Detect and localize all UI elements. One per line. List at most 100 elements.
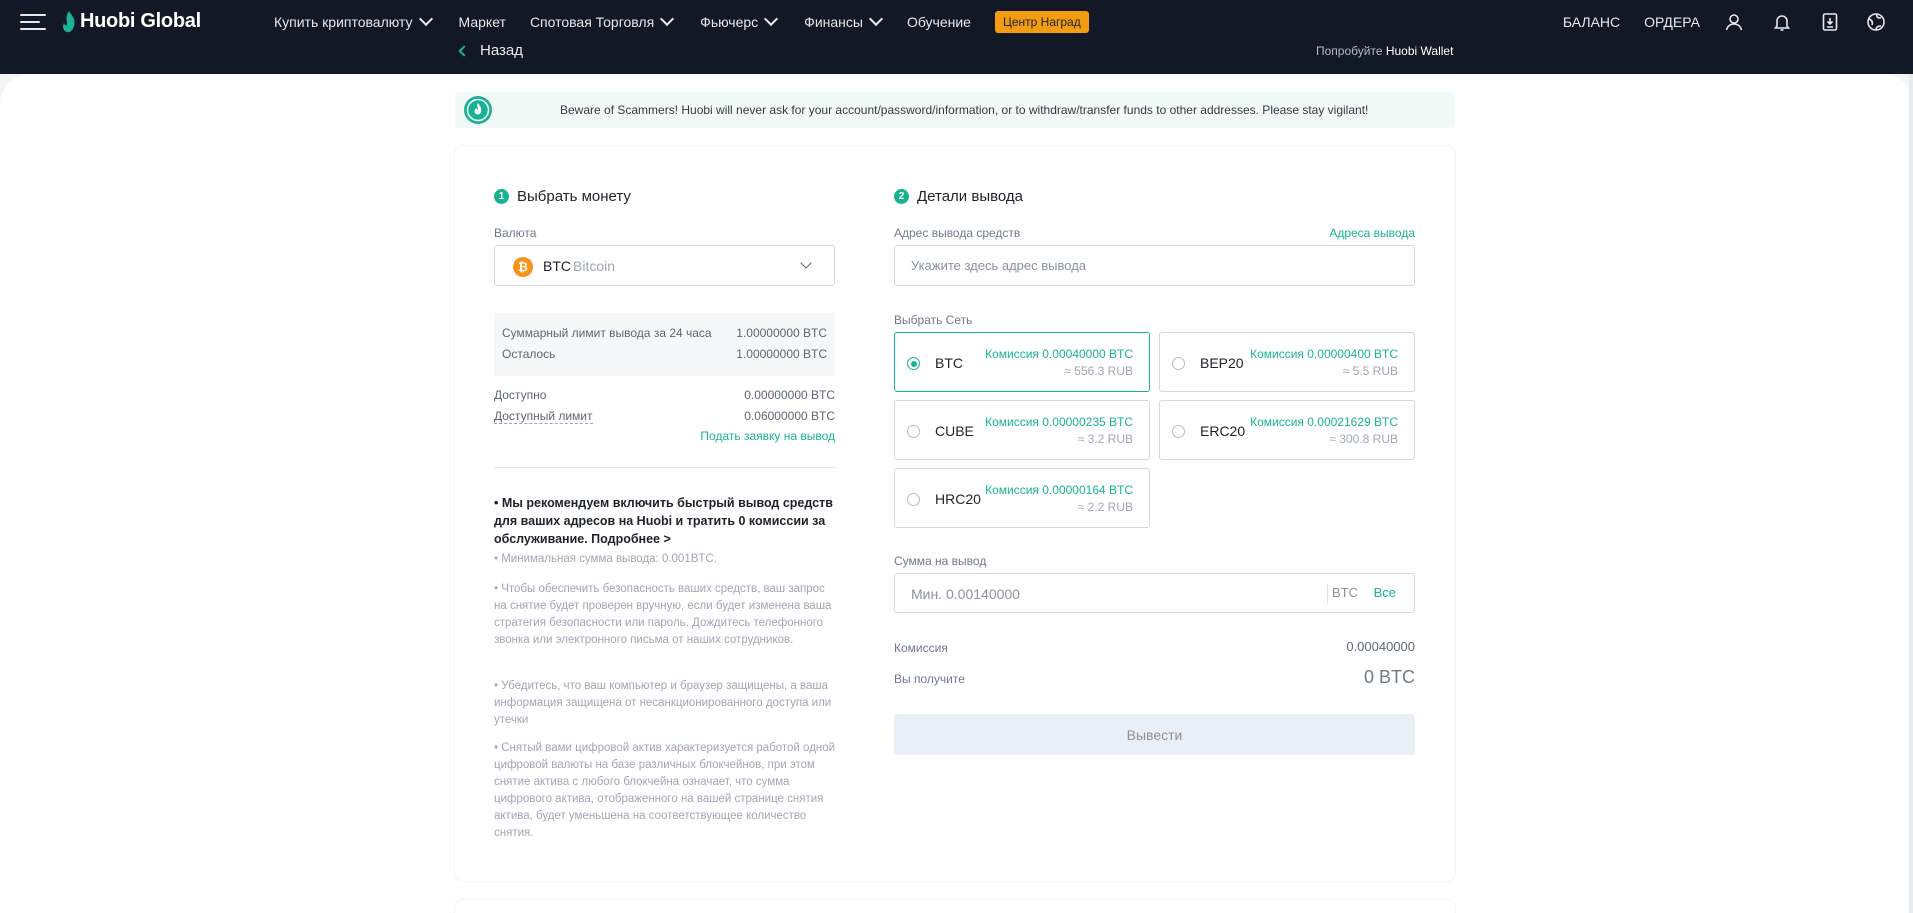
network-fee: Комиссия 0.00000400 BTC bbox=[1250, 347, 1398, 361]
network-label: Выбрать Сеть bbox=[894, 313, 973, 327]
amount-unit: BTC bbox=[1332, 585, 1358, 600]
nav-label: Купить криптовалюту bbox=[274, 14, 413, 30]
step-withdraw-details: 2 Детали вывода bbox=[894, 188, 1023, 205]
menu-icon[interactable] bbox=[20, 14, 46, 30]
amount-label: Сумма на вывод bbox=[894, 554, 987, 568]
radio-button bbox=[907, 493, 920, 506]
nav-label: Обучение bbox=[906, 14, 971, 30]
remaining-value: 1.00000000 BTC bbox=[736, 347, 827, 361]
step-number: 1 bbox=[494, 189, 509, 204]
shield-flame-icon bbox=[464, 96, 492, 124]
limit-24h-value: 1.00000000 BTC bbox=[736, 326, 827, 340]
network-fee: Комиссия 0.00000235 BTC bbox=[985, 415, 1133, 429]
radio-button bbox=[1172, 425, 1185, 438]
download-icon[interactable] bbox=[1820, 12, 1840, 32]
fee-value: 0.00040000 bbox=[1346, 639, 1415, 654]
network-name: BTC bbox=[935, 355, 963, 371]
bitcoin-icon: ₿ bbox=[513, 257, 533, 277]
network-fee: Комиссия 0.00040000 BTC bbox=[985, 347, 1133, 361]
network-option-cube[interactable]: CUBE Комиссия 0.00000235 BTC ≈ 3.2 RUB bbox=[894, 400, 1150, 460]
main-nav: Купить криптовалюту Маркет Спотовая Торг… bbox=[274, 0, 1089, 44]
available-limit-value: 0.06000000 BTC bbox=[744, 409, 835, 423]
amount-all-button[interactable]: Все bbox=[1374, 585, 1396, 600]
available-value: 0.00000000 BTC bbox=[744, 388, 835, 402]
next-card-edge bbox=[455, 900, 1455, 913]
address-label: Адрес вывода средств bbox=[894, 226, 1021, 240]
sub-header-strip bbox=[0, 44, 1913, 74]
scrollbar[interactable] bbox=[1909, 74, 1913, 913]
coin-select[interactable]: ₿ BTC Bitcoin bbox=[494, 245, 835, 286]
back-button[interactable]: Назад bbox=[458, 42, 523, 59]
tip-min-amount: • Минимальная сумма вывода: 0.001BTC. bbox=[494, 553, 717, 565]
network-name: HRC20 bbox=[935, 491, 981, 507]
huobi-flame-icon bbox=[63, 10, 75, 32]
radio-button bbox=[907, 425, 920, 438]
amount-field: BTC Все bbox=[894, 573, 1415, 613]
try-huobi-wallet-link[interactable]: Попробуйте Huobi Wallet bbox=[1316, 44, 1453, 58]
receive-label: Вы получите bbox=[894, 672, 965, 686]
network-fee: Комиссия 0.00000164 BTC bbox=[985, 483, 1133, 497]
available-limit-label[interactable]: Доступный лимит bbox=[494, 409, 593, 424]
warning-text: Beware of Scammers! Huobi will never ask… bbox=[560, 103, 1369, 117]
coin-name: Bitcoin bbox=[573, 258, 616, 274]
rewards-center-badge[interactable]: Центр Наград bbox=[994, 11, 1089, 33]
withdraw-address-input[interactable] bbox=[894, 245, 1415, 286]
network-fee-rub: ≈ 2.2 RUB bbox=[1077, 500, 1133, 514]
step-title: Детали вывода bbox=[917, 188, 1024, 205]
fee-label: Комиссия bbox=[894, 641, 948, 655]
receive-value: 0 BTC bbox=[1363, 667, 1415, 687]
huobi-logo[interactable]: Huobi Global bbox=[62, 10, 201, 33]
nav-learn[interactable]: Обучение bbox=[907, 14, 971, 30]
chevron-left-icon bbox=[458, 44, 470, 57]
nav-label: Финансы bbox=[804, 14, 863, 30]
network-name: ERC20 bbox=[1200, 423, 1246, 439]
nav-buy-crypto[interactable]: Купить криптовалюту bbox=[274, 11, 433, 30]
orders-link[interactable]: ОРДЕРА bbox=[1644, 14, 1700, 30]
network-name: CUBE bbox=[935, 423, 974, 439]
network-fee-rub: ≈ 300.8 RUB bbox=[1329, 432, 1398, 446]
chevron-down-icon bbox=[868, 11, 884, 27]
balance-link[interactable]: БАЛАНС bbox=[1563, 14, 1620, 30]
nav-label: Фьючерс bbox=[700, 14, 759, 30]
network-name: BEP20 bbox=[1200, 355, 1244, 371]
tip-security-review: • Чтобы обеспечить безопасность ваших ср… bbox=[494, 583, 832, 646]
nav-label: Спотовая Торговля bbox=[529, 14, 655, 30]
network-fee-rub: ≈ 3.2 RUB bbox=[1077, 432, 1133, 446]
network-option-bep20[interactable]: BEP20 Комиссия 0.00000400 BTC ≈ 5.5 RUB bbox=[1159, 332, 1415, 392]
withdraw-button[interactable]: Вывести bbox=[894, 714, 1415, 755]
apply-withdraw-link[interactable]: Подать заявку на вывод bbox=[640, 429, 835, 443]
fast-withdraw-tip[interactable]: • Мы рекомендуем включить быстрый вывод … bbox=[494, 494, 839, 548]
tip-multichain: • Снятый вами цифровой актив характеризу… bbox=[494, 742, 836, 839]
globe-icon[interactable] bbox=[1866, 12, 1886, 32]
user-icon[interactable] bbox=[1724, 12, 1744, 32]
remaining-label: Осталось bbox=[502, 347, 556, 361]
wallet-prefix: Попробуйте bbox=[1316, 44, 1383, 58]
network-fee-rub: ≈ 5.5 RUB bbox=[1342, 364, 1398, 378]
nav-spot-trading[interactable]: Спотовая Торговля bbox=[529, 11, 675, 30]
nav-futures[interactable]: Фьючерс bbox=[700, 11, 779, 30]
address-book-link[interactable]: Адреса вывода bbox=[1300, 226, 1415, 240]
radio-button bbox=[1172, 357, 1185, 370]
network-option-erc20[interactable]: ERC20 Комиссия 0.00021629 BTC ≈ 300.8 RU… bbox=[1159, 400, 1415, 460]
top-navigation-bar: Huobi Global Купить криптовалюту Маркет … bbox=[0, 0, 1913, 44]
bell-icon[interactable] bbox=[1772, 12, 1792, 32]
tip-device-security: • Убедитесь, что ваш компьютер и браузер… bbox=[494, 680, 832, 726]
chevron-down-icon bbox=[660, 11, 675, 27]
nav-market[interactable]: Маркет bbox=[459, 14, 506, 30]
limit-24h-label: Суммарный лимит вывода за 24 часа bbox=[502, 326, 712, 340]
back-label: Назад bbox=[480, 42, 523, 59]
currency-label: Валюта bbox=[494, 226, 537, 240]
network-fee-rub: ≈ 556.3 RUB bbox=[1064, 364, 1133, 378]
network-option-hrc20[interactable]: HRC20 Комиссия 0.00000164 BTC ≈ 2.2 RUB bbox=[894, 468, 1150, 528]
chevron-down-icon bbox=[418, 11, 433, 27]
available-label: Доступно bbox=[494, 388, 547, 402]
withdraw-limit-box bbox=[494, 313, 835, 376]
amount-input[interactable] bbox=[911, 583, 1291, 605]
radio-button bbox=[907, 357, 920, 370]
divider bbox=[494, 467, 835, 468]
wallet-name: Huobi Wallet bbox=[1385, 44, 1454, 58]
logo-text: Huobi Global bbox=[80, 10, 201, 32]
chevron-down-icon bbox=[800, 257, 812, 269]
nav-finance[interactable]: Финансы bbox=[804, 11, 884, 30]
network-option-btc[interactable]: BTC Комиссия 0.00040000 BTC ≈ 556.3 RUB bbox=[894, 332, 1150, 392]
